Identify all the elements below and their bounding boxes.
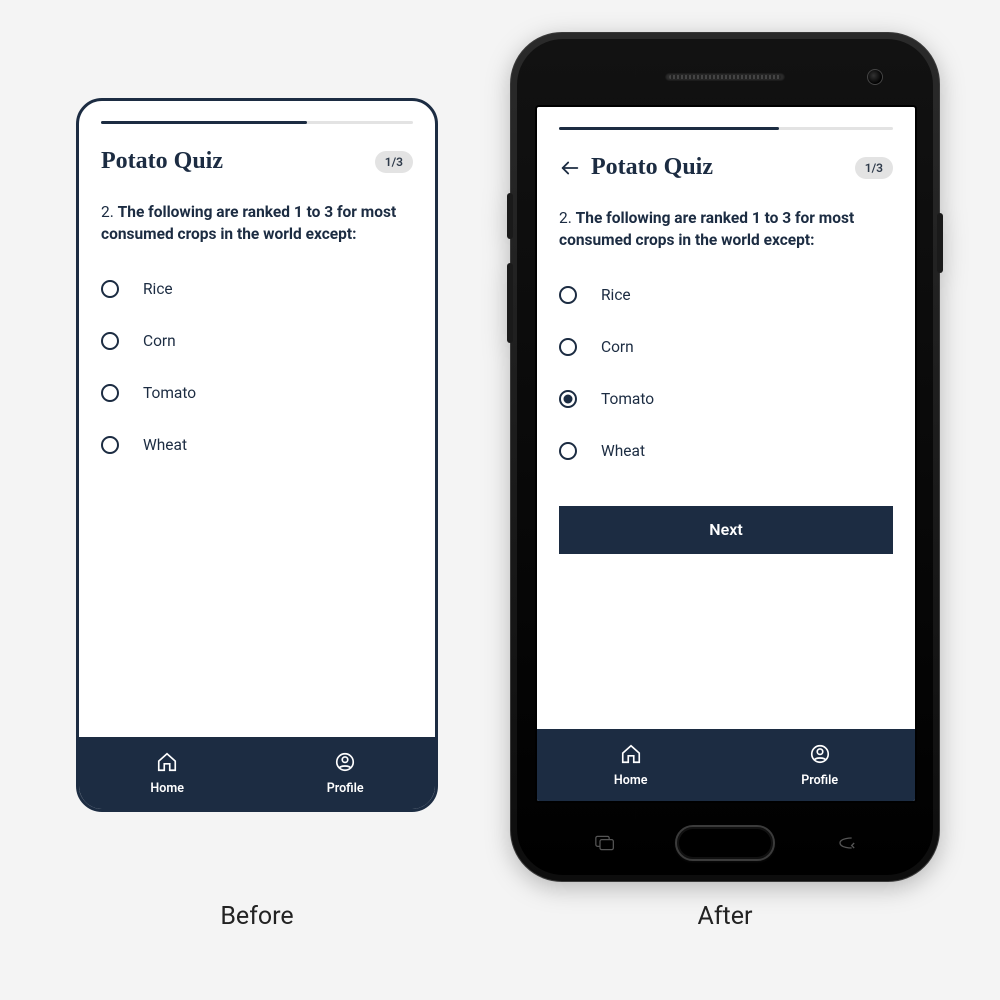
radio-icon bbox=[101, 384, 119, 402]
caption-before: Before bbox=[76, 902, 438, 931]
progress-track bbox=[101, 121, 413, 124]
options-list: Rice Corn Tomato Wheat bbox=[559, 286, 893, 460]
speaker-grille bbox=[665, 73, 785, 81]
header-row: Potato Quiz 1/3 bbox=[101, 148, 413, 175]
screen-after: Potato Quiz 1/3 2. The following are ran… bbox=[535, 105, 917, 803]
quiz-title: Potato Quiz bbox=[101, 148, 375, 175]
screen-inner-after: Potato Quiz 1/3 2. The following are ran… bbox=[537, 107, 915, 801]
radio-icon bbox=[101, 436, 119, 454]
hw-back-button bbox=[835, 835, 855, 851]
nav-profile-label: Profile bbox=[801, 773, 838, 788]
quiz-title: Potato Quiz bbox=[591, 154, 855, 181]
option-row[interactable]: Rice bbox=[559, 286, 893, 304]
option-row[interactable]: Tomato bbox=[101, 384, 413, 402]
radio-icon bbox=[559, 442, 577, 460]
question-body: The following are ranked 1 to 3 for most… bbox=[559, 209, 854, 249]
progress-fill bbox=[559, 127, 779, 130]
caption-after: After bbox=[510, 902, 940, 931]
hw-side-button bbox=[507, 193, 513, 239]
profile-icon bbox=[809, 743, 831, 769]
option-label: Tomato bbox=[601, 390, 654, 408]
nav-profile-label: Profile bbox=[327, 781, 364, 796]
front-camera bbox=[867, 69, 883, 85]
hw-power-button bbox=[937, 213, 943, 273]
option-row[interactable]: Wheat bbox=[101, 436, 413, 454]
option-label: Wheat bbox=[143, 436, 187, 454]
radio-icon bbox=[559, 286, 577, 304]
radio-icon bbox=[101, 332, 119, 350]
nav-home[interactable]: Home bbox=[614, 743, 648, 788]
question-counter: 1/3 bbox=[855, 157, 893, 179]
header-row: Potato Quiz 1/3 bbox=[559, 154, 893, 181]
phone-body: Potato Quiz 1/3 2. The following are ran… bbox=[510, 32, 940, 882]
option-label: Corn bbox=[143, 332, 176, 350]
profile-icon bbox=[334, 751, 356, 777]
option-row[interactable]: Tomato bbox=[559, 390, 893, 408]
bottom-nav: Home Profile bbox=[79, 737, 435, 809]
question-text: 2. The following are ranked 1 to 3 for m… bbox=[559, 207, 893, 252]
options-list: Rice Corn Tomato Wheat bbox=[101, 280, 413, 454]
back-arrow-icon[interactable] bbox=[559, 157, 581, 179]
question-text: 2. The following are ranked 1 to 3 for m… bbox=[101, 201, 413, 246]
home-icon bbox=[620, 743, 642, 769]
nav-profile[interactable]: Profile bbox=[327, 751, 364, 796]
home-icon bbox=[156, 751, 178, 777]
content-area: Potato Quiz 1/3 2. The following are ran… bbox=[79, 101, 435, 737]
option-label: Rice bbox=[143, 280, 173, 298]
option-row[interactable]: Corn bbox=[559, 338, 893, 356]
hw-recents-button bbox=[595, 835, 615, 851]
next-button[interactable]: Next bbox=[559, 506, 893, 554]
screen-before: Potato Quiz 1/3 2. The following are ran… bbox=[79, 101, 435, 809]
question-counter: 1/3 bbox=[375, 151, 413, 173]
radio-icon bbox=[101, 280, 119, 298]
option-row[interactable]: Corn bbox=[101, 332, 413, 350]
radio-icon bbox=[559, 338, 577, 356]
option-row[interactable]: Rice bbox=[101, 280, 413, 298]
question-number: 2. bbox=[559, 209, 572, 227]
progress-track bbox=[559, 127, 893, 130]
option-row[interactable]: Wheat bbox=[559, 442, 893, 460]
nav-home-label: Home bbox=[614, 773, 648, 788]
phone-after: Potato Quiz 1/3 2. The following are ran… bbox=[510, 32, 940, 882]
phone-before: Potato Quiz 1/3 2. The following are ran… bbox=[76, 98, 438, 812]
question-number: 2. bbox=[101, 203, 114, 221]
progress-fill bbox=[101, 121, 307, 124]
option-label: Wheat bbox=[601, 442, 645, 460]
nav-home-label: Home bbox=[150, 781, 184, 796]
radio-icon bbox=[559, 390, 577, 408]
bottom-nav: Home Profile bbox=[537, 729, 915, 801]
content-area: Potato Quiz 1/3 2. The following are ran… bbox=[537, 107, 915, 729]
option-label: Rice bbox=[601, 286, 631, 304]
hw-volume-button bbox=[507, 263, 513, 343]
hw-home-button bbox=[675, 825, 775, 861]
option-label: Corn bbox=[601, 338, 634, 356]
option-label: Tomato bbox=[143, 384, 196, 402]
nav-profile[interactable]: Profile bbox=[801, 743, 838, 788]
question-body: The following are ranked 1 to 3 for most… bbox=[101, 203, 396, 243]
nav-home[interactable]: Home bbox=[150, 751, 184, 796]
